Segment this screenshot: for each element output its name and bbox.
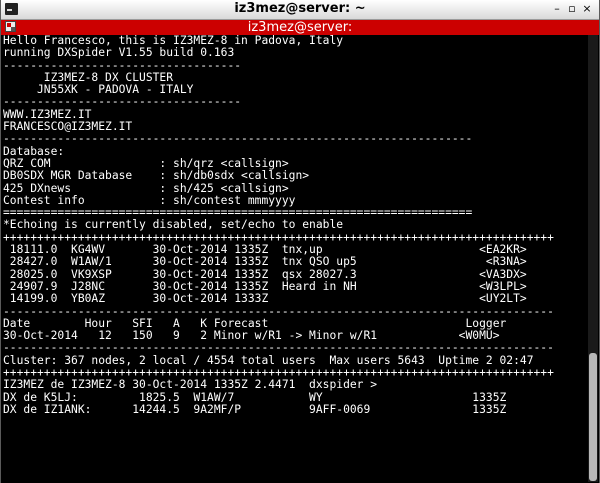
- vertical-scrollbar[interactable]: [588, 35, 598, 482]
- tab-label[interactable]: iz3mez@server:: [1, 20, 599, 35]
- window-title: iz3mez@server: ~: [234, 1, 366, 16]
- title-bar[interactable]: iz3mez@server: ~ – ▫ ×: [1, 0, 599, 20]
- terminal-line: 28427.0 W1AW/1 30-Oct-2014 1335Z tnx QSO…: [3, 255, 527, 269]
- tab-bar[interactable]: iz3mez@server:: [1, 20, 599, 35]
- terminal-output[interactable]: Hello Francesco, this is IZ3MEZ-8 in Pad…: [3, 35, 587, 482]
- terminal-line: ----------------------------------------…: [3, 341, 554, 355]
- terminal-line: ----------------------------------------…: [3, 304, 554, 318]
- terminal-line: ----------------------------------------…: [3, 132, 473, 146]
- restore-button[interactable]: ▫: [566, 3, 578, 15]
- terminal-line: *Echoing is currently disabled, set/echo…: [3, 218, 344, 232]
- terminal-line: IZ3MEZ de IZ3MEZ-8 30-Oct-2014 1335Z 2.4…: [3, 378, 378, 392]
- minimize-button[interactable]: –: [551, 3, 563, 15]
- terminal-line: -----------------------------------: [3, 95, 242, 109]
- terminal-line: DX de IZ1ANK: 14244.5 9A2MF/P 9AFF-0069 …: [3, 402, 507, 416]
- terminal-line: 425 DXnews : sh/425 <callsign>: [3, 181, 289, 195]
- terminal-window: iz3mez@server: ~ – ▫ × iz3mez@server: He…: [0, 0, 600, 483]
- terminal-line: running DXSpider V1.55 build 0.163: [3, 46, 235, 60]
- terminal-line: 14199.0 YB0AZ 30-Oct-2014 1333Z <UY2LT>: [3, 292, 527, 306]
- close-button[interactable]: ×: [581, 3, 593, 15]
- scrollbar-thumb[interactable]: [589, 353, 597, 481]
- terminal-line: DB0SDX MGR Database : sh/db0sdx <callsig…: [3, 169, 310, 183]
